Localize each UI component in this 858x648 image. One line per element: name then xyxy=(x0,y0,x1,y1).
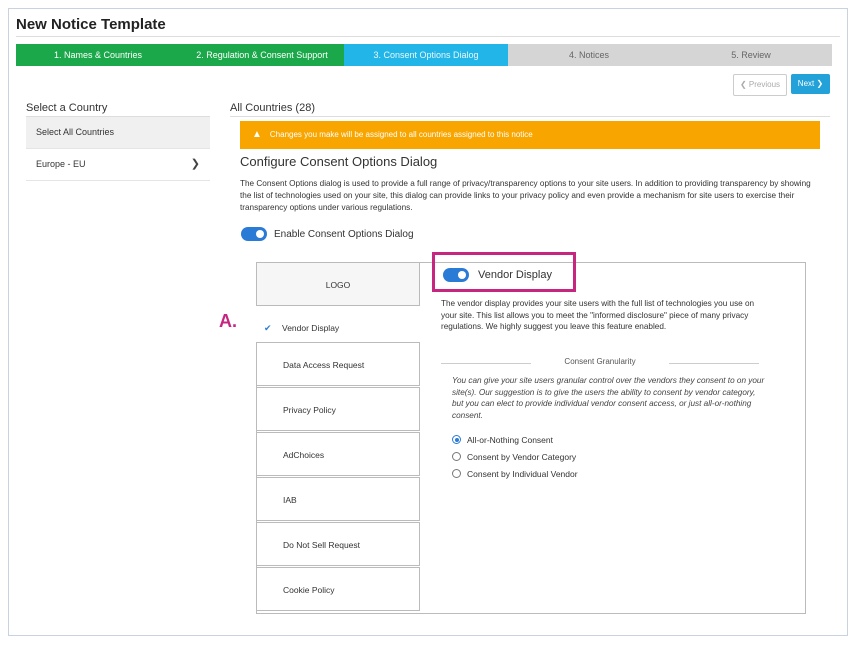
step-regulation-consent[interactable]: 2. Regulation & Consent Support xyxy=(180,44,344,66)
step-consent-options-dialog[interactable]: 3. Consent Options Dialog xyxy=(344,44,508,66)
vendor-display-description: The vendor display provides your site us… xyxy=(441,299,755,331)
tab-privacy-policy[interactable]: Privacy Policy xyxy=(256,387,420,431)
step-review[interactable]: 5. Review xyxy=(670,44,832,66)
country-list: Select All Countries Europe - EU ❯ xyxy=(26,116,210,181)
tab-logo[interactable]: LOGO xyxy=(256,262,420,306)
radio-icon[interactable] xyxy=(452,469,461,478)
vendor-display-toggle[interactable] xyxy=(443,268,469,282)
step-names-countries[interactable]: 1. Names & Countries xyxy=(16,44,180,66)
tab-label: AdChoices xyxy=(283,450,325,460)
tab-iab[interactable]: IAB xyxy=(256,477,420,521)
page-title: New Notice Template xyxy=(16,16,166,33)
sidebar-item-europe-eu[interactable]: Europe - EU ❯ xyxy=(26,149,210,181)
radio-label: Consent by Vendor Category xyxy=(467,452,577,462)
chevron-right-icon: ❯ xyxy=(190,158,200,170)
radio-all-or-nothing[interactable]: All-or-Nothing Consent xyxy=(452,434,553,446)
radio-label: Consent by Individual Vendor xyxy=(467,469,578,479)
sidebar-item-label: Europe - EU xyxy=(36,159,86,169)
consent-granularity-title: Consent Granularity xyxy=(564,357,636,366)
consent-granularity-heading: Consent Granularity xyxy=(441,357,759,369)
section-title: Configure Consent Options Dialog xyxy=(240,154,438,169)
sidebar-item-label: Select All Countries xyxy=(36,127,115,137)
enable-consent-options-label: Enable Consent Options Dialog xyxy=(274,229,414,240)
radio-label: All-or-Nothing Consent xyxy=(467,435,553,445)
step-notices[interactable]: 4. Notices xyxy=(508,44,670,66)
section-description: The Consent Options dialog is used to pr… xyxy=(240,179,811,212)
tab-cookie-policy[interactable]: Cookie Policy xyxy=(256,567,420,611)
warning-text: Changes you make will be assigned to all… xyxy=(269,130,533,139)
tab-label: Cookie Policy xyxy=(283,585,335,595)
radio-vendor-category[interactable]: Consent by Vendor Category xyxy=(452,451,576,463)
warning-banner: ▲ Changes you make will be assigned to al… xyxy=(240,121,820,149)
warning-triangle-icon: ▲ xyxy=(252,129,262,140)
previous-button[interactable]: ❮ Previous xyxy=(733,74,787,96)
title-divider xyxy=(16,36,840,37)
annotation-marker: A. xyxy=(219,311,237,331)
tab-label: Data Access Request xyxy=(283,360,365,370)
main-divider xyxy=(230,116,830,117)
tab-data-access-request[interactable]: Data Access Request xyxy=(256,342,420,386)
tab-label: Privacy Policy xyxy=(283,405,336,415)
wizard-steps: 1. Names & Countries 2. Regulation & Con… xyxy=(16,44,832,66)
tab-adchoices[interactable]: AdChoices xyxy=(256,432,420,476)
vendor-display-label: Vendor Display xyxy=(478,269,552,281)
previous-label: Previous xyxy=(748,80,781,89)
radio-icon[interactable] xyxy=(452,452,461,461)
consent-granularity-description: You can give your site users granular co… xyxy=(452,376,765,420)
next-button[interactable]: Next ❯ xyxy=(791,74,830,94)
chevron-left-icon: ❮ xyxy=(739,80,747,89)
divider xyxy=(669,363,759,364)
radio-selected-icon[interactable] xyxy=(452,435,461,444)
main-heading: All Countries (28) xyxy=(230,102,315,114)
sidebar-heading: Select a Country xyxy=(26,102,108,114)
chevron-right-icon: ❯ xyxy=(816,79,824,88)
sidebar-item-all-countries[interactable]: Select All Countries xyxy=(26,117,210,149)
enable-consent-options-toggle[interactable] xyxy=(241,227,267,241)
tab-label: IAB xyxy=(283,495,297,505)
tab-do-not-sell-request[interactable]: Do Not Sell Request xyxy=(256,522,420,566)
radio-individual-vendor[interactable]: Consent by Individual Vendor xyxy=(452,468,578,480)
tab-label: Do Not Sell Request xyxy=(283,540,361,550)
next-label: Next xyxy=(797,79,815,88)
